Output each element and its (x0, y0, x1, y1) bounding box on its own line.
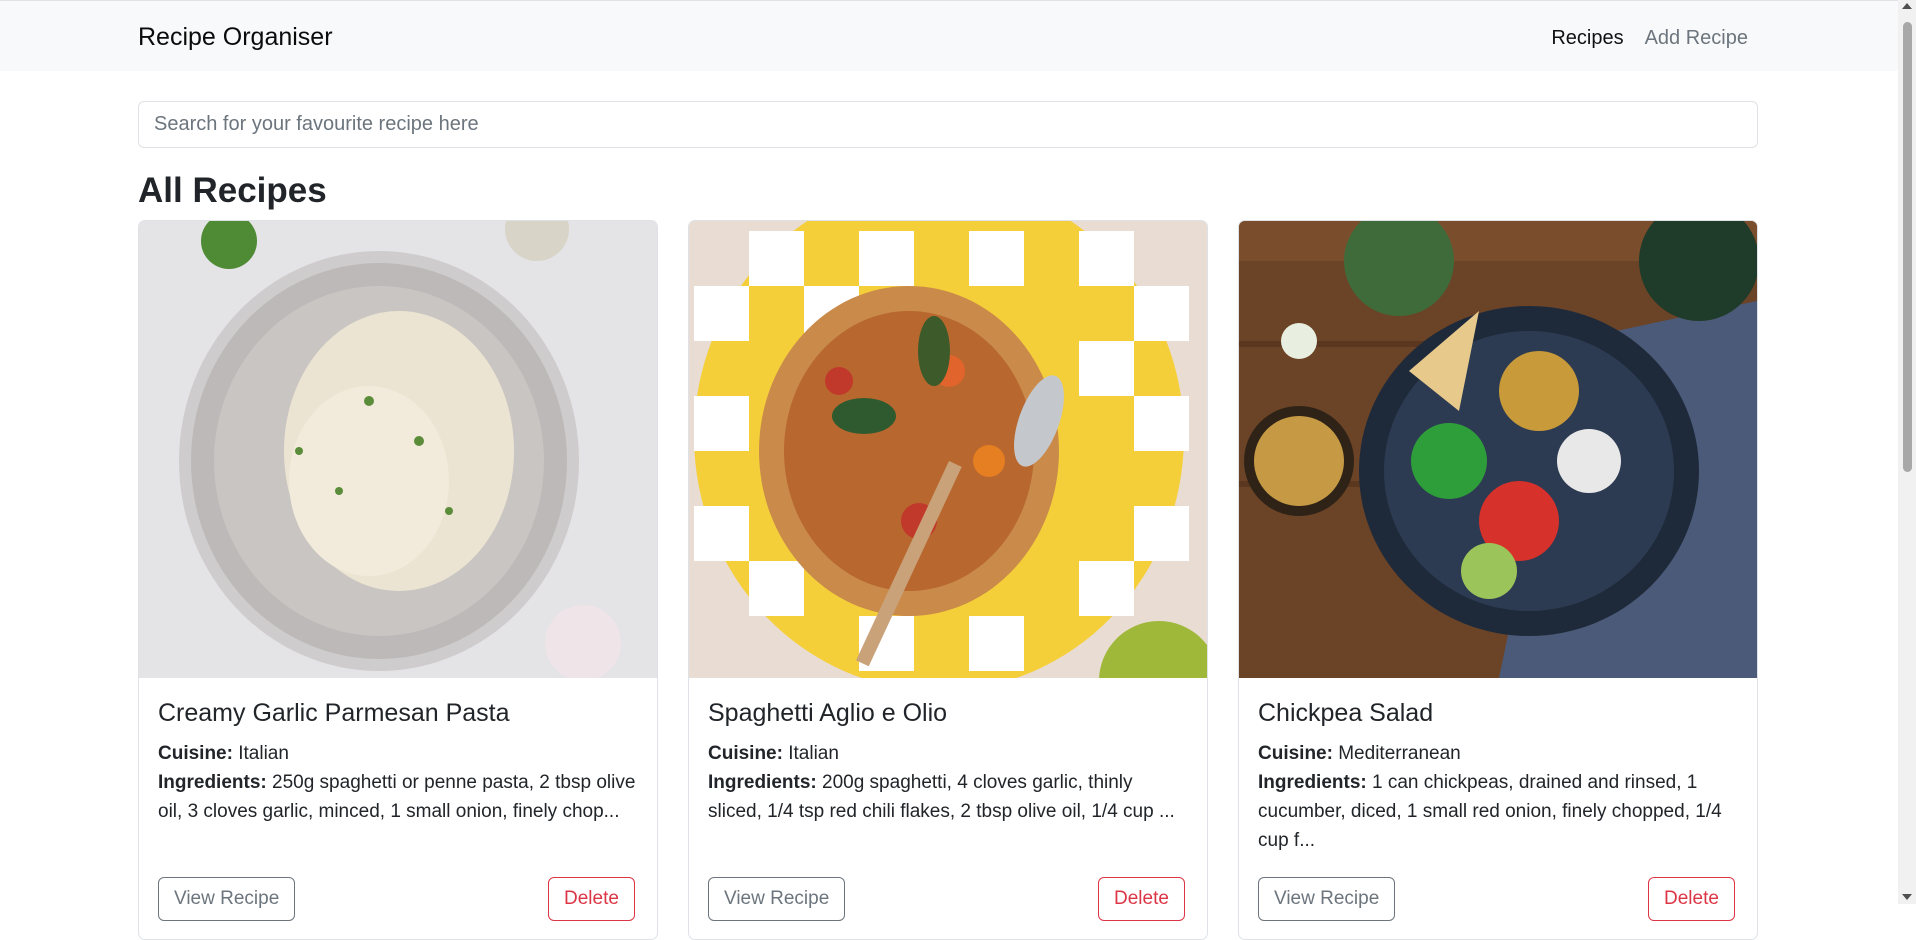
recipe-card: Creamy Garlic Parmesan Pasta Cuisine: It… (138, 220, 658, 940)
recipe-ingredients: Ingredients: 250g spaghetti or penne pas… (158, 768, 638, 826)
scroll-up-icon[interactable] (1902, 3, 1912, 9)
recipe-image (689, 221, 1207, 678)
recipe-card: Chickpea Salad Cuisine: Mediterranean In… (1238, 220, 1758, 940)
scroll-thumb[interactable] (1903, 22, 1912, 472)
search-input[interactable] (138, 101, 1758, 148)
cuisine-value: Mediterranean (1338, 743, 1461, 764)
cuisine-value: Italian (788, 743, 839, 764)
ingredients-label: Ingredients: (708, 772, 817, 793)
delete-button[interactable]: Delete (548, 877, 635, 921)
ingredients-label: Ingredients: (1258, 772, 1367, 793)
view-recipe-button[interactable]: View Recipe (158, 877, 296, 921)
cuisine-value: Italian (238, 743, 289, 764)
brand-logo[interactable]: Recipe Organiser (138, 22, 333, 52)
recipe-cuisine: Cuisine: Mediterranean (1258, 739, 1738, 768)
nav-links: Recipes Add Recipe (1551, 25, 1748, 51)
view-recipe-button[interactable]: View Recipe (708, 877, 846, 921)
recipe-title: Spaghetti Aglio e Olio (708, 699, 948, 727)
ingredients-label: Ingredients: (158, 772, 267, 793)
card-body: Chickpea Salad Cuisine: Mediterranean In… (1258, 697, 1738, 855)
recipe-cuisine: Cuisine: Italian (708, 739, 1188, 768)
recipe-cuisine: Cuisine: Italian (158, 739, 638, 768)
recipe-image (139, 221, 657, 678)
view-recipe-button[interactable]: View Recipe (1258, 877, 1396, 921)
recipe-ingredients: Ingredients: 1 can chickpeas, drained an… (1258, 768, 1738, 855)
delete-button[interactable]: Delete (1098, 877, 1185, 921)
nav-link-add-recipe[interactable]: Add Recipe (1645, 25, 1748, 51)
cuisine-label: Cuisine: (708, 743, 783, 764)
recipe-card: Spaghetti Aglio e Olio Cuisine: Italian … (688, 220, 1208, 940)
card-body: Creamy Garlic Parmesan Pasta Cuisine: It… (158, 697, 638, 826)
scroll-down-icon[interactable] (1902, 894, 1912, 900)
recipe-image (1239, 221, 1757, 678)
recipe-ingredients: Ingredients: 200g spaghetti, 4 cloves ga… (708, 768, 1188, 826)
card-body: Spaghetti Aglio e Olio Cuisine: Italian … (708, 697, 1188, 826)
page-scrollbar[interactable] (1898, 0, 1916, 904)
cuisine-label: Cuisine: (1258, 743, 1333, 764)
page-title: All Recipes (138, 171, 327, 210)
recipe-title: Chickpea Salad (1258, 699, 1434, 727)
cuisine-label: Cuisine: (158, 743, 233, 764)
recipe-title: Creamy Garlic Parmesan Pasta (158, 699, 510, 727)
delete-button[interactable]: Delete (1648, 877, 1735, 921)
navbar: Recipe Organiser Recipes Add Recipe (0, 0, 1898, 71)
nav-link-recipes[interactable]: Recipes (1551, 25, 1623, 51)
